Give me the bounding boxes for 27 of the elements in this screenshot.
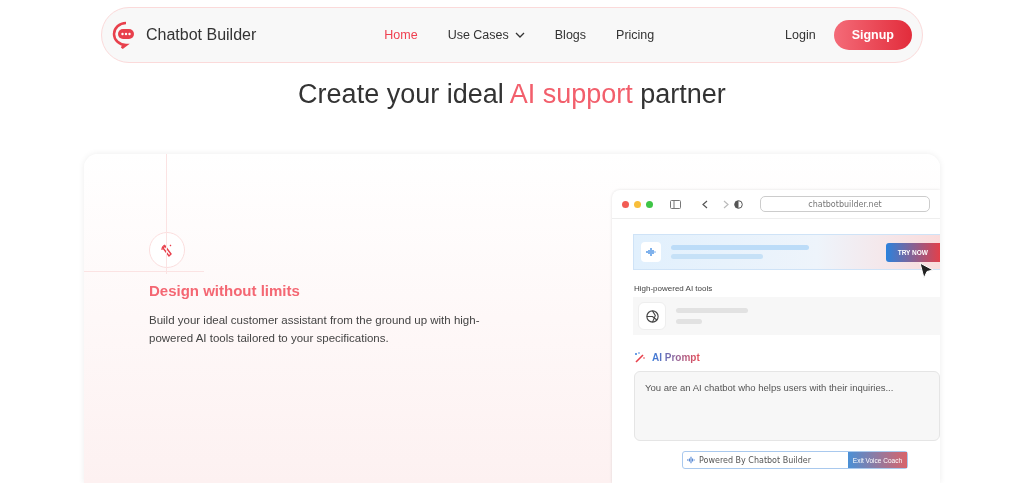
waveform-icon [687, 456, 695, 464]
magic-wand-icon [634, 352, 646, 363]
prompt-label: AI Prompt [652, 352, 700, 363]
address-bar[interactable]: chatbotbuilder.net [760, 196, 930, 212]
prompt-field[interactable]: You are an AI chatbot who helps users with their inquiries... [634, 371, 940, 441]
brand-name: Chatbot Builder [146, 26, 257, 44]
feature-title: Design without limits [149, 282, 301, 299]
close-dot[interactable] [622, 200, 629, 208]
feature-description: Build your ideal customer assistant from the ground up with high-powered AI tools tailored to your specifications. [149, 313, 481, 346]
shield-icon[interactable] [734, 199, 743, 209]
cursor-icon [919, 262, 935, 280]
nav-link[interactable]: Blogs [554, 28, 587, 42]
powered-by-text: Powered By Chatbot Builder [699, 455, 811, 465]
minimize-dot[interactable] [634, 200, 641, 208]
login-link[interactable]: Login [785, 28, 816, 42]
maximize-dot[interactable] [646, 200, 653, 208]
forward-icon[interactable] [723, 199, 729, 209]
nav-link[interactable]: Pricing [616, 28, 655, 42]
nav-link[interactable]: Use Cases [447, 28, 525, 42]
back-icon[interactable] [702, 199, 708, 209]
tools-label: High-powered AI tools [634, 284, 714, 293]
signup-button[interactable]: Signup [833, 20, 912, 50]
page-heading: Create your ideal AI support partner [298, 79, 726, 110]
sidebar-icon[interactable] [670, 199, 681, 209]
waveform-icon [646, 247, 656, 257]
chevron-down-icon [514, 32, 525, 38]
nav-link[interactable]: Home [384, 28, 418, 42]
